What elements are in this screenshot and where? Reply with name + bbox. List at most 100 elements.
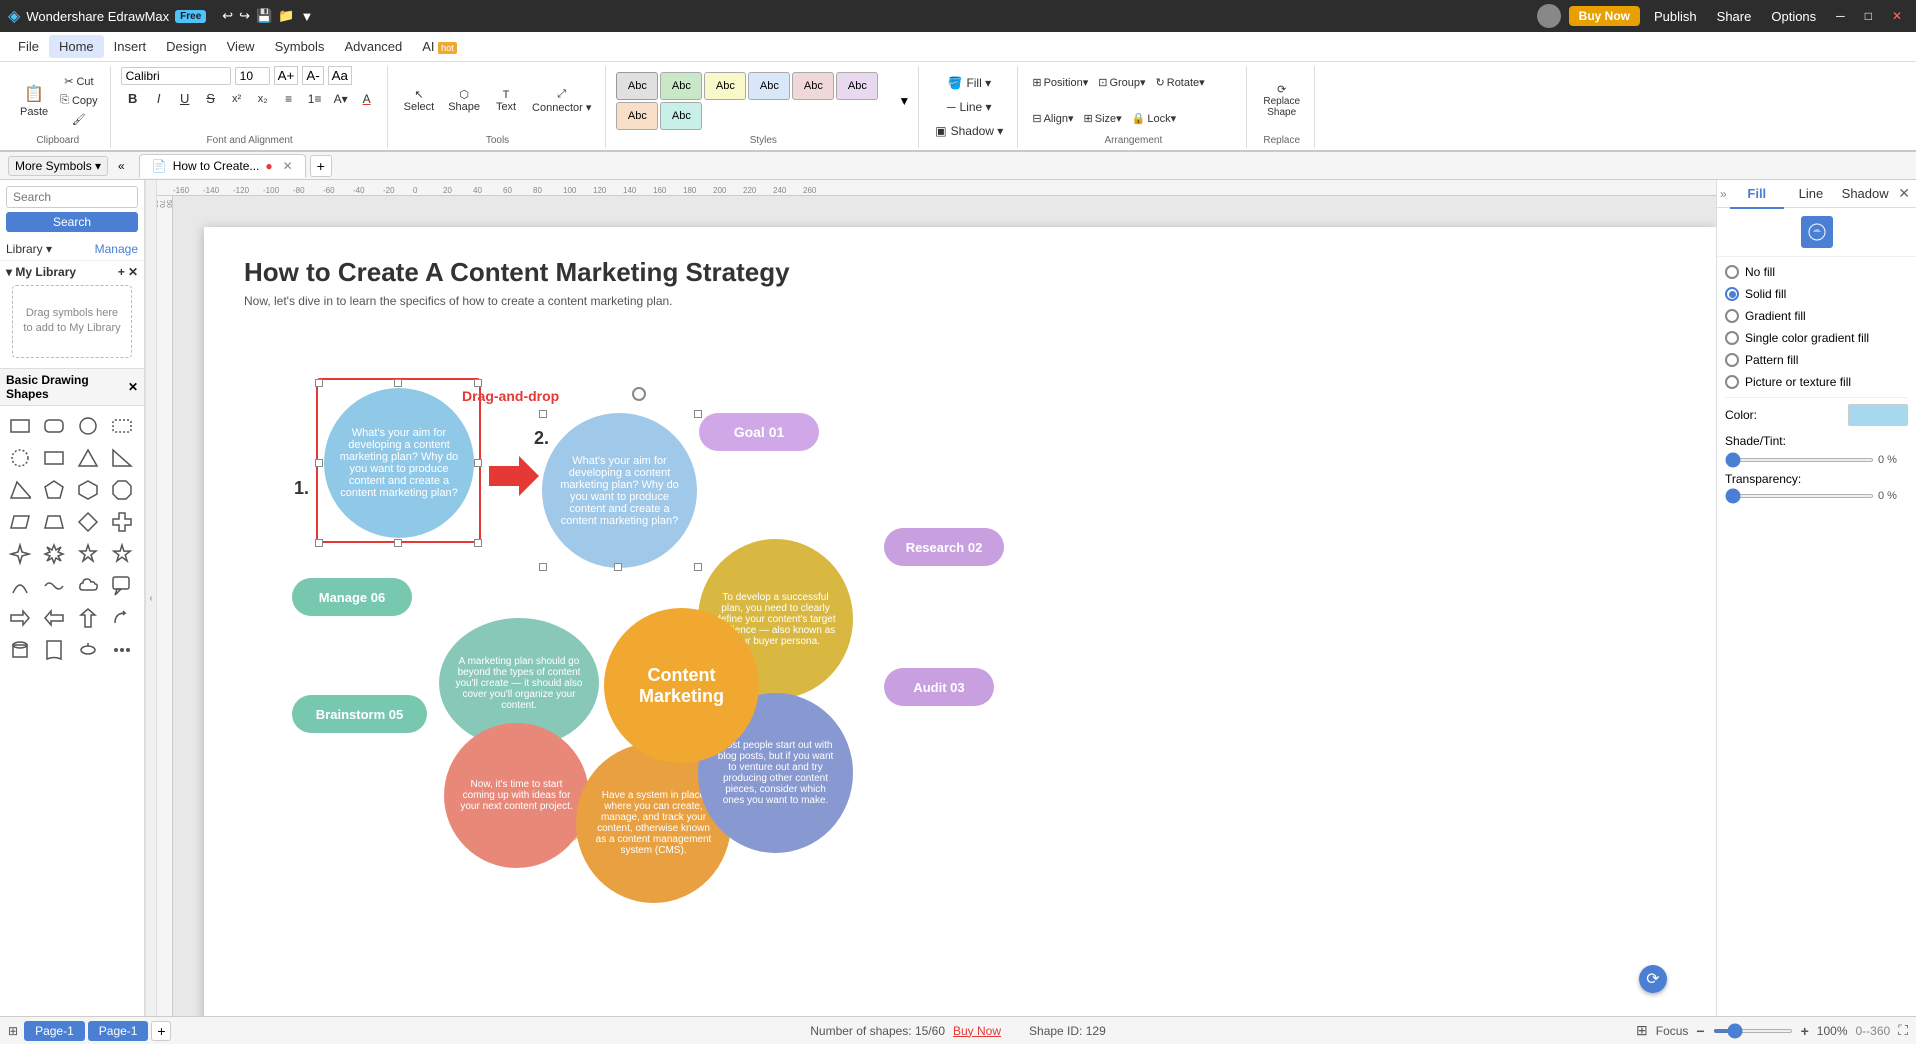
menu-advanced[interactable]: Advanced [334,35,412,58]
style-preset-6[interactable]: Abc [836,72,878,100]
publish-button[interactable]: Publish [1648,7,1703,26]
font-name-input[interactable]: Calibri [121,67,231,85]
maximize-btn[interactable]: □ [1859,7,1878,25]
shape-hexagon[interactable] [74,476,102,504]
text-button[interactable]: T Text [488,85,524,117]
search-input[interactable] [6,186,138,208]
manage-label[interactable]: Manage [95,242,138,256]
gradient-fill-option[interactable]: Gradient fill [1725,309,1908,323]
library-expand[interactable]: ▾ [46,242,52,256]
replace-shape-button[interactable]: ⟳ ReplaceShape [1257,79,1306,122]
strikethrough-button[interactable]: S [199,89,223,108]
shape-arc[interactable] [6,572,34,600]
shape-arrow-curve[interactable] [108,604,136,632]
bold-button[interactable]: B [121,89,145,108]
size-button[interactable]: ⊞Size▾ [1080,110,1126,127]
superscript-button[interactable]: x² [225,91,249,107]
undo-icon[interactable]: ↩ [222,8,233,24]
manage06-label[interactable]: Manage 06 [292,578,412,616]
focus-mode[interactable]: Focus [1656,1024,1689,1038]
shape-cloud[interactable] [74,572,102,600]
shape-obtuse-triangle[interactable] [6,476,34,504]
handle-tl[interactable] [315,379,323,387]
shape-cross[interactable] [108,508,136,536]
shape-button[interactable]: ⬡ Shape [442,84,486,117]
font-size-input[interactable]: 10 [235,67,270,85]
menu-insert[interactable]: Insert [104,35,157,58]
handle2-tl[interactable] [539,410,547,418]
copy-button[interactable]: ⎘ Copy [56,92,102,109]
content-marketing-bubble[interactable]: Content Marketing [604,608,759,763]
menu-file[interactable]: File [8,35,49,58]
font-size-increase[interactable]: A+ [274,66,299,85]
close-btn[interactable]: ✕ [1886,7,1908,25]
shape-parallelogram[interactable] [6,508,34,536]
font-color-btn[interactable]: A [355,90,379,108]
page-tab-1[interactable]: Page-1 [24,1021,85,1041]
style-preset-2[interactable]: Abc [660,72,702,100]
handle-ml[interactable] [315,459,323,467]
subscript-button[interactable]: x₂ [251,91,275,107]
shape-cylinder[interactable] [6,636,34,664]
shape-circle[interactable] [74,412,102,440]
shape-badge[interactable] [108,540,136,568]
collapse-symbols-btn[interactable]: « [118,159,125,173]
redo-icon[interactable]: ↪ [239,8,250,24]
handle2-bm[interactable] [614,563,622,571]
menu-ai[interactable]: AI hot [412,35,466,58]
shape-rounded-rect[interactable] [40,412,68,440]
menu-symbols[interactable]: Symbols [265,35,335,58]
handle-bm[interactable] [394,539,402,547]
no-fill-option[interactable]: No fill [1725,265,1908,279]
add-library-btn[interactable]: + [118,265,125,279]
my-library-expand[interactable]: ▾ My Library [6,265,76,279]
highlight-color-btn[interactable]: A▾ [329,90,353,108]
line-tab[interactable]: Line [1784,180,1838,207]
shape-circle-outline[interactable] [6,444,34,472]
shape-trapezoid[interactable] [40,508,68,536]
close-shapes-btn[interactable]: ✕ [128,380,138,394]
shape-triangle-up[interactable] [74,444,102,472]
pattern-fill-option[interactable]: Pattern fill [1725,353,1908,367]
handle-tr[interactable] [474,379,482,387]
style-preset-5[interactable]: Abc [792,72,834,100]
shape-more-1[interactable] [74,636,102,664]
save-icon[interactable]: 💾 [256,8,272,24]
shape-right-triangle[interactable] [108,444,136,472]
lock-button[interactable]: 🔒Lock▾ [1128,110,1180,127]
shadow-tab[interactable]: Shadow [1838,180,1892,207]
menu-home[interactable]: Home [49,35,104,58]
shade-slider[interactable] [1725,458,1874,462]
shape-diamond[interactable] [74,508,102,536]
style-preset-4[interactable]: Abc [748,72,790,100]
add-tab-button[interactable]: + [310,155,332,177]
styles-expand-btn[interactable]: ▼ [898,94,910,108]
fill-button[interactable]: 🪣 Fill ▾ [941,72,997,94]
sidebar-collapse-handle[interactable]: ‹ [145,180,157,1016]
close-library-btn[interactable]: ✕ [128,265,138,279]
shape-octagon[interactable] [108,476,136,504]
picture-texture-option[interactable]: Picture or texture fill [1725,375,1908,389]
transparency-slider[interactable] [1725,494,1874,498]
style-preset-1[interactable]: Abc [616,72,658,100]
handle-bl[interactable] [315,539,323,547]
handle2-tr[interactable] [694,410,702,418]
handle2-bl[interactable] [539,563,547,571]
shape-wave[interactable] [40,572,68,600]
fill-tab[interactable]: Fill [1730,180,1784,209]
group-button[interactable]: ⊡Group▾ [1094,74,1149,91]
handle-br[interactable] [474,539,482,547]
align-button[interactable]: ⊟Align▾ [1028,110,1077,127]
status-buy-now[interactable]: Buy Now [953,1024,1001,1038]
list-bullet-btn[interactable]: ≡ [277,90,301,108]
shadow-button[interactable]: ▣ Shadow ▾ [929,120,1009,142]
italic-button[interactable]: I [147,89,171,108]
fill-color-icon[interactable] [1801,216,1833,248]
style-preset-7[interactable]: Abc [616,102,658,130]
right-panel-collapse[interactable]: » [1717,183,1730,205]
menu-design[interactable]: Design [156,35,216,58]
blue-circle-2[interactable]: What's your aim for developing a content… [542,413,697,568]
shape-star5[interactable] [74,540,102,568]
handle-tm[interactable] [394,379,402,387]
doc-tab-close[interactable]: ✕ [283,159,293,173]
